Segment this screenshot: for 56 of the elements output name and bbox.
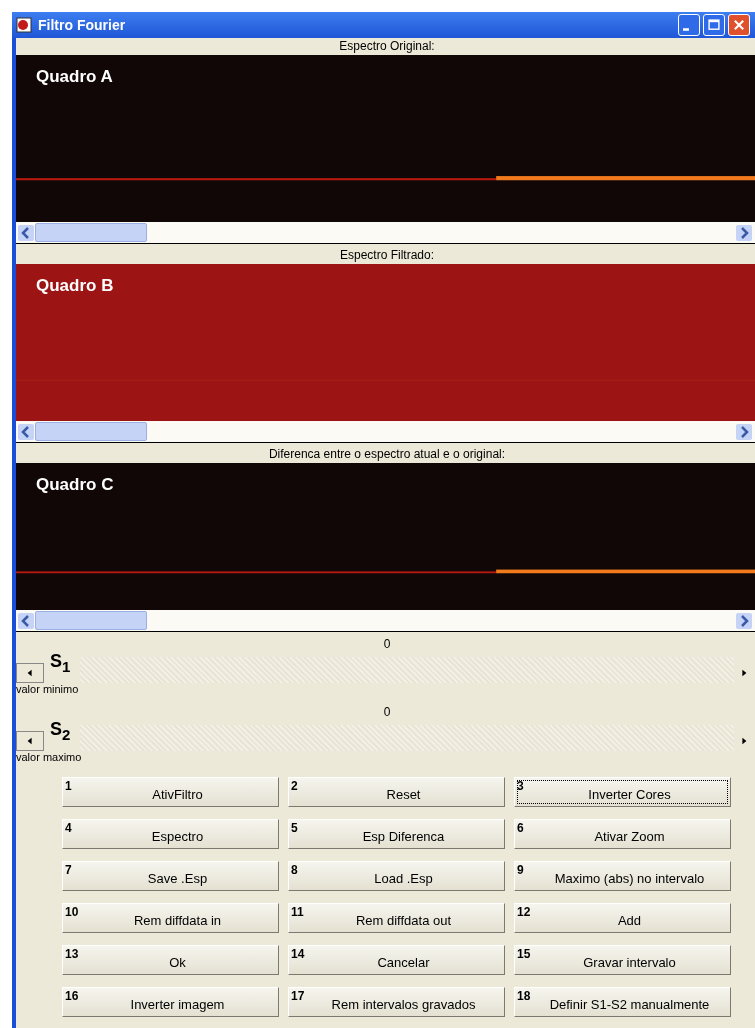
button-number: 17 [291,989,305,1003]
button-number: 13 [65,947,79,961]
close-icon [732,18,746,32]
close-button[interactable] [728,14,750,36]
minimize-icon [683,27,689,31]
right-arrow-icon [740,669,748,677]
button-number: 12 [517,905,531,919]
button-number: 1 [65,779,72,793]
frame-label: Quadro B [36,276,114,296]
decrease-button[interactable] [16,731,44,751]
button-number: 10 [65,905,79,919]
button-number: 11 [291,905,304,919]
button-number: 4 [65,821,72,835]
horizontal-scrollbar[interactable] [16,610,755,632]
left-arrow-icon [26,737,34,745]
app-icon [16,17,32,33]
button-number: 9 [517,863,524,877]
button-number: 18 [517,989,531,1003]
maximize-button[interactable] [703,14,725,36]
button-number: 6 [517,821,524,835]
scroll-right-icon[interactable] [736,612,752,629]
maximize-icon [707,18,721,32]
button-number: 14 [291,947,305,961]
scrollbar-thumb[interactable] [35,223,147,242]
slider-value: 0 [383,637,391,651]
scroll-left-icon[interactable] [18,612,34,629]
minimize-button[interactable] [678,14,700,36]
scrollbar-thumb[interactable] [35,422,147,441]
button-number: 2 [291,779,298,793]
frame-label: Quadro C [36,475,114,495]
button-number: 16 [65,989,79,1003]
left-arrow-icon [26,669,34,677]
slider-value: 0 [383,705,391,719]
frame-label: Quadro A [36,67,113,87]
scrollbar-thumb[interactable] [35,611,147,630]
scroll-left-icon[interactable] [18,423,34,440]
scroll-left-icon[interactable] [18,224,34,241]
panel-label: Espectro Filtrado: [338,247,435,264]
decrease-button[interactable] [16,663,44,683]
slider-caption: valor minimo [16,683,80,695]
slider-caption: valor maximo [16,751,83,763]
horizontal-scrollbar[interactable] [16,421,755,443]
button-number: 5 [291,821,298,835]
button-number: 8 [291,863,298,877]
slider-name: S$_{2}$ [49,719,72,743]
window-title: Filtro Fourier [38,17,127,33]
button-number: 3 [517,779,524,793]
button-number: 7 [65,863,72,877]
slider-name: S$_{1}$ [49,651,72,675]
button-number: 15 [517,947,531,961]
scroll-right-icon[interactable] [736,224,752,241]
scroll-right-icon[interactable] [736,423,752,440]
panel-label: Espectro Original: [338,38,436,55]
right-arrow-icon [740,737,748,745]
horizontal-scrollbar[interactable] [16,222,755,244]
panel-label: Diferenca entre o espectro atual e o original: [267,446,507,463]
